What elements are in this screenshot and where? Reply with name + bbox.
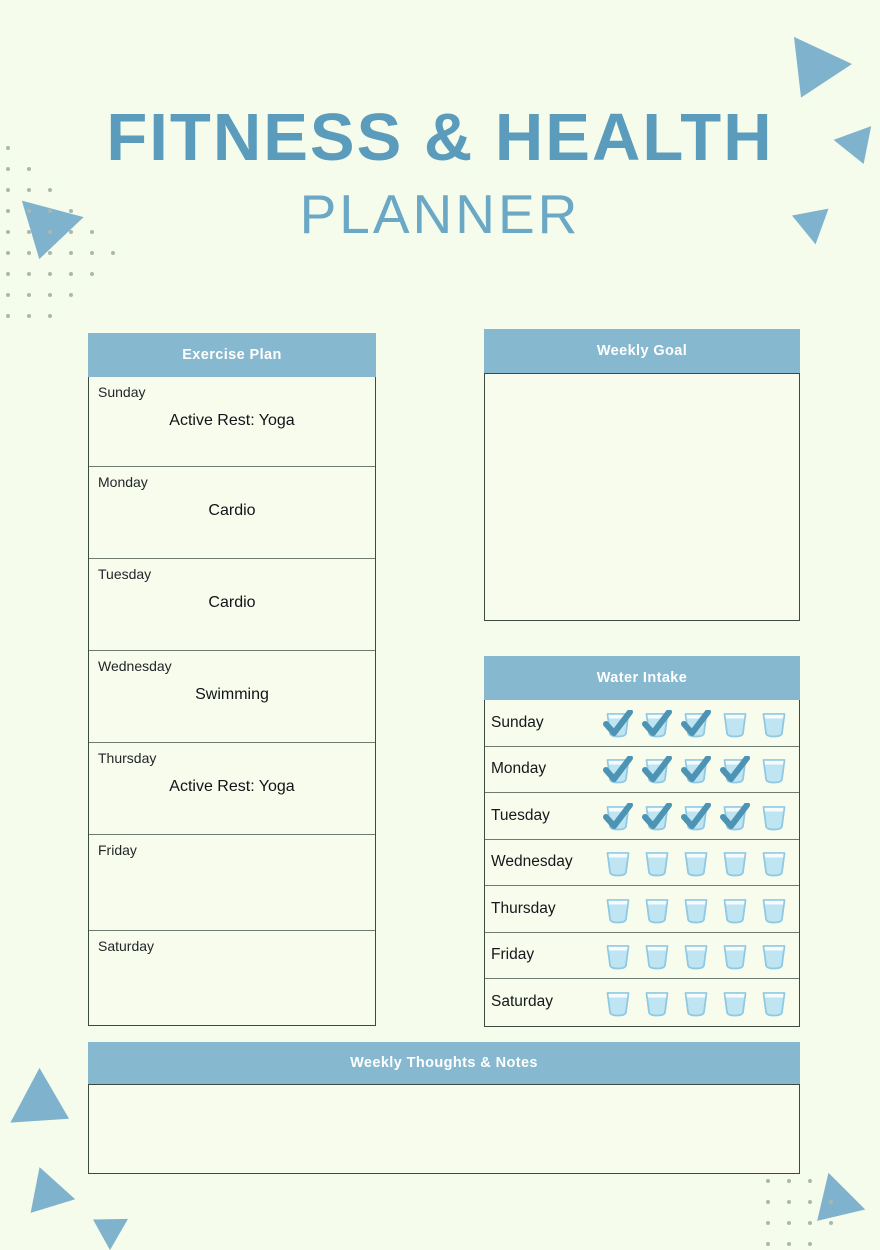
exercise-plan-day-label: Saturday xyxy=(98,938,155,954)
water-glass-icon[interactable] xyxy=(757,938,791,972)
water-intake-header: Water Intake xyxy=(484,656,800,700)
water-intake-day-label: Friday xyxy=(491,946,535,964)
water-glass-checked-icon[interactable] xyxy=(601,799,635,833)
exercise-plan-row[interactable]: Thursday Active Rest: Yoga xyxy=(89,743,375,835)
water-glass-group xyxy=(601,706,791,740)
water-intake-section: Water Intake Sunday Monday Tuesday Wedne… xyxy=(484,656,800,1027)
water-glass-icon[interactable] xyxy=(640,985,674,1019)
exercise-plan-row[interactable]: Monday Cardio xyxy=(89,467,375,559)
water-glass-icon[interactable] xyxy=(718,892,752,926)
water-glass-group xyxy=(601,892,791,926)
water-intake-row: Friday xyxy=(485,933,799,979)
water-glass-checked-icon[interactable] xyxy=(679,799,713,833)
weekly-goal-input[interactable] xyxy=(484,373,800,621)
water-glass-checked-icon[interactable] xyxy=(718,799,752,833)
exercise-plan-row[interactable]: Saturday xyxy=(89,931,375,1025)
water-glass-icon[interactable] xyxy=(679,985,713,1019)
water-glass-checked-icon[interactable] xyxy=(601,706,635,740)
page-title: FITNESS & HEALTH PLANNER xyxy=(0,104,880,242)
water-glass-checked-icon[interactable] xyxy=(601,752,635,786)
water-intake-row: Monday xyxy=(485,747,799,793)
title-sub: PLANNER xyxy=(299,183,581,245)
water-glass-icon[interactable] xyxy=(640,845,674,879)
water-glass-group xyxy=(601,985,791,1019)
water-glass-icon[interactable] xyxy=(757,706,791,740)
exercise-plan-header: Exercise Plan xyxy=(88,333,376,377)
exercise-plan-day-label: Wednesday xyxy=(98,658,172,674)
water-glass-group xyxy=(601,752,791,786)
exercise-plan-section: Exercise Plan Sunday Active Rest: Yoga Mon… xyxy=(88,333,376,1026)
weekly-goal-section: Weekly Goal xyxy=(484,329,800,621)
water-intake-row: Wednesday xyxy=(485,840,799,886)
title-main: FITNESS & HEALTH xyxy=(106,100,774,175)
water-glass-checked-icon[interactable] xyxy=(718,752,752,786)
water-glass-group xyxy=(601,845,791,879)
water-intake-row: Saturday xyxy=(485,979,799,1026)
water-glass-icon[interactable] xyxy=(679,845,713,879)
water-glass-checked-icon[interactable] xyxy=(640,799,674,833)
water-intake-day-label: Monday xyxy=(491,760,547,778)
water-glass-group xyxy=(601,799,791,833)
water-glass-checked-icon[interactable] xyxy=(679,706,713,740)
water-glass-icon[interactable] xyxy=(757,985,791,1019)
water-glass-checked-icon[interactable] xyxy=(679,752,713,786)
water-glass-icon[interactable] xyxy=(679,892,713,926)
weekly-goal-header: Weekly Goal xyxy=(484,329,800,373)
water-glass-icon[interactable] xyxy=(757,845,791,879)
water-glass-icon[interactable] xyxy=(679,938,713,972)
water-glass-icon[interactable] xyxy=(601,985,635,1019)
water-glass-icon[interactable] xyxy=(757,799,791,833)
exercise-plan-row[interactable]: Wednesday Swimming xyxy=(89,651,375,743)
weekly-notes-input[interactable] xyxy=(88,1084,800,1174)
water-intake-day-label: Saturday xyxy=(491,993,554,1011)
exercise-plan-day-label: Sunday xyxy=(98,384,146,400)
water-intake-row: Sunday xyxy=(485,700,799,747)
water-glass-icon[interactable] xyxy=(757,752,791,786)
water-glass-icon[interactable] xyxy=(718,985,752,1019)
exercise-plan-row[interactable]: Sunday Active Rest: Yoga xyxy=(89,377,375,467)
weekly-notes-section: Weekly Thoughts & Notes xyxy=(88,1042,800,1174)
water-intake-day-label: Sunday xyxy=(491,713,544,731)
water-intake-day-label: Wednesday xyxy=(491,853,573,871)
water-intake-row: Tuesday xyxy=(485,793,799,840)
exercise-plan-body: Sunday Active Rest: Yoga Monday Cardio Tuesd… xyxy=(88,377,376,1026)
exercise-plan-day-label: Friday xyxy=(98,842,137,858)
water-glass-checked-icon[interactable] xyxy=(640,706,674,740)
exercise-plan-day-label: Thursday xyxy=(98,750,157,766)
water-glass-icon[interactable] xyxy=(601,845,635,879)
water-glass-icon[interactable] xyxy=(640,892,674,926)
water-glass-icon[interactable] xyxy=(601,938,635,972)
exercise-plan-day-label: Monday xyxy=(98,474,148,490)
water-glass-checked-icon[interactable] xyxy=(640,752,674,786)
water-intake-body: Sunday Monday Tuesday Wednesday Thursday… xyxy=(484,700,800,1027)
water-glass-icon[interactable] xyxy=(718,706,752,740)
water-glass-icon[interactable] xyxy=(718,845,752,879)
exercise-plan-row[interactable]: Tuesday Cardio xyxy=(89,559,375,651)
planner-page: FITNESS & HEALTH PLANNER Exercise Plan S… xyxy=(0,0,880,1243)
water-glass-icon[interactable] xyxy=(601,892,635,926)
exercise-plan-day-label: Tuesday xyxy=(98,566,152,582)
water-intake-day-label: Thursday xyxy=(491,899,556,917)
water-glass-group xyxy=(601,938,791,972)
water-glass-icon[interactable] xyxy=(757,892,791,926)
weekly-notes-header: Weekly Thoughts & Notes xyxy=(88,1042,800,1084)
water-intake-day-label: Tuesday xyxy=(491,806,550,824)
water-intake-row: Thursday xyxy=(485,886,799,933)
exercise-plan-row[interactable]: Friday xyxy=(89,835,375,931)
water-glass-icon[interactable] xyxy=(640,938,674,972)
water-glass-icon[interactable] xyxy=(718,938,752,972)
